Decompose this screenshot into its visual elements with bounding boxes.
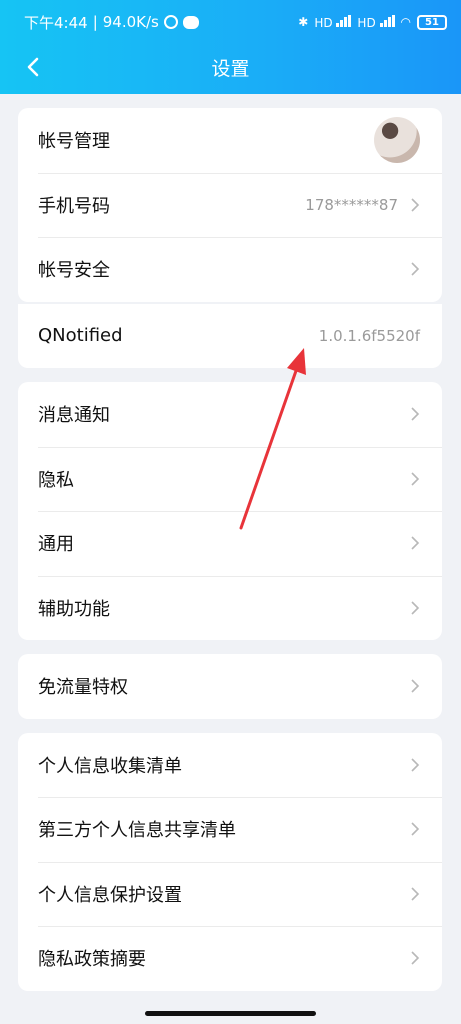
row-label: 帐号管理 — [38, 131, 110, 153]
avatar[interactable] — [374, 117, 420, 164]
row-label: 个人信息收集清单 — [38, 755, 182, 777]
row-label: 第三方个人信息共享清单 — [38, 820, 236, 842]
header: 下午4:44 | 94.0K/s ✱ HD HD ◠ 51 设置 — [0, 0, 461, 94]
privacy-policy-summary-row[interactable]: 隐私政策摘要 — [18, 926, 442, 991]
phone-number-row[interactable]: 手机号码 178******87 — [18, 172, 442, 238]
battery-icon: 51 — [417, 14, 447, 30]
row-label: 隐私 — [38, 469, 74, 491]
navigation-bar: 设置 — [0, 44, 461, 90]
back-arrow-icon[interactable] — [22, 55, 46, 79]
signal1-icon: HD — [314, 14, 352, 30]
data-free-privilege-row[interactable]: 免流量特权 — [18, 654, 442, 719]
chevron-right-icon — [411, 951, 420, 965]
row-label: 帐号安全 — [38, 260, 110, 282]
page-title: 设置 — [211, 57, 250, 80]
chevron-right-icon — [411, 198, 420, 212]
home-indicator[interactable] — [145, 1011, 316, 1016]
third-party-sharing-list-row[interactable]: 第三方个人信息共享清单 — [18, 797, 442, 862]
wifi-icon: ◠ — [400, 15, 411, 29]
qnotified-row[interactable]: QNotified 1.0.1.6f5520f — [18, 304, 442, 369]
general-section: 消息通知 隐私 通用 辅助功能 — [18, 382, 442, 640]
row-label: 辅助功能 — [38, 598, 110, 620]
row-label: 手机号码 — [38, 195, 110, 217]
info-protection-settings-row[interactable]: 个人信息保护设置 — [18, 861, 442, 927]
settings-list: 帐号管理 手机号码 178******87 帐号安全 QNotified 1.0… — [18, 108, 442, 1005]
info-collection-list-row[interactable]: 个人信息收集清单 — [18, 733, 442, 798]
alarm-icon — [163, 15, 178, 29]
personal-info-section: 个人信息收集清单 第三方个人信息共享清单 个人信息保护设置 隐私政策摘要 — [18, 732, 442, 991]
accessibility-row[interactable]: 辅助功能 — [18, 575, 442, 641]
phone-number-value: 178******87 — [305, 195, 398, 214]
chevron-right-icon — [411, 758, 420, 772]
account-section: 帐号管理 手机号码 178******87 帐号安全 — [18, 108, 442, 302]
row-label: 个人信息保护设置 — [38, 884, 182, 906]
row-label: 通用 — [38, 534, 74, 556]
qnotified-version: 1.0.1.6f5520f — [318, 326, 420, 345]
chevron-right-icon — [411, 536, 420, 550]
row-label: 消息通知 — [38, 405, 110, 427]
chevron-right-icon — [411, 679, 420, 693]
chevron-right-icon — [411, 822, 420, 836]
row-label: 隐私政策摘要 — [38, 949, 146, 971]
status-time: 下午4:44 — [24, 13, 88, 32]
account-security-row[interactable]: 帐号安全 — [18, 237, 442, 302]
general-row[interactable]: 通用 — [18, 511, 442, 576]
status-separator: | — [92, 13, 98, 31]
signal2-icon: HD — [357, 14, 395, 30]
data-free-section: 免流量特权 — [18, 654, 442, 719]
status-bar: 下午4:44 | 94.0K/s ✱ HD HD ◠ 51 — [0, 0, 461, 44]
privacy-row[interactable]: 隐私 — [18, 446, 442, 512]
chevron-right-icon — [411, 887, 420, 901]
chevron-right-icon — [411, 262, 420, 276]
bluetooth-icon: ✱ — [298, 15, 309, 29]
network-speed: 94.0K/s — [102, 13, 159, 31]
wechat-icon — [182, 15, 199, 29]
row-label: QNotified — [38, 325, 123, 347]
chevron-right-icon — [411, 472, 420, 486]
row-label: 免流量特权 — [38, 677, 128, 699]
qnotified-section: QNotified 1.0.1.6f5520f — [18, 303, 442, 369]
chevron-right-icon — [411, 407, 420, 421]
account-management-row[interactable]: 帐号管理 — [18, 108, 442, 173]
notifications-row[interactable]: 消息通知 — [18, 382, 442, 447]
chevron-right-icon — [411, 601, 420, 615]
